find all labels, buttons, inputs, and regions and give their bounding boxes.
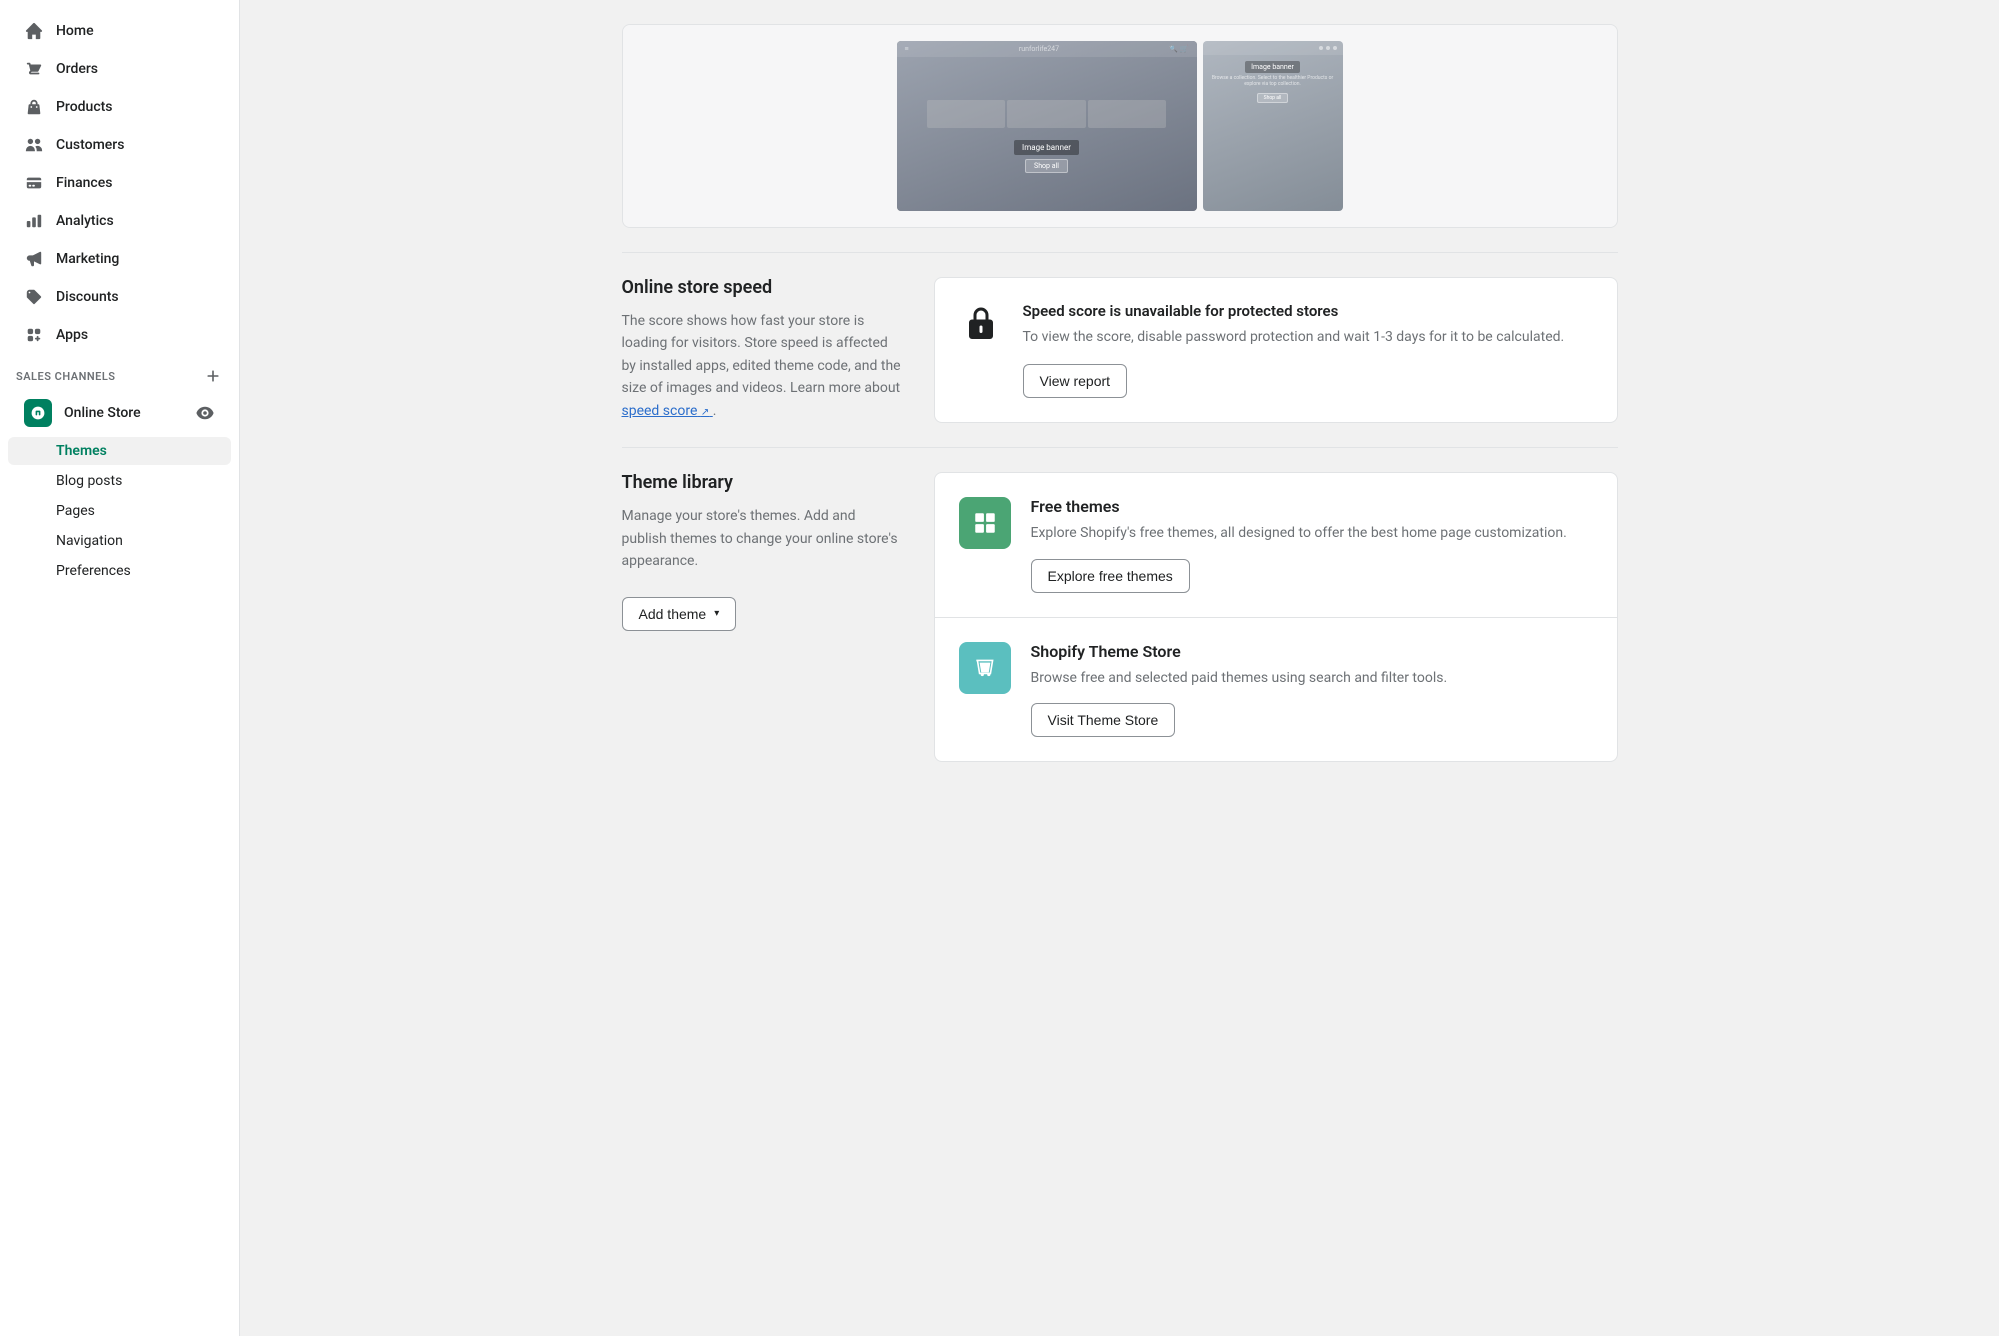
sidebar-item-apps[interactable]: Apps bbox=[8, 317, 231, 353]
preview-label-small: Image banner bbox=[1245, 61, 1300, 73]
sidebar-label-apps: Apps bbox=[56, 327, 88, 343]
products-icon bbox=[24, 97, 44, 117]
chevron-down-icon: ▾ bbox=[714, 608, 719, 619]
explore-free-themes-button[interactable]: Explore free themes bbox=[1031, 559, 1190, 593]
orders-icon bbox=[24, 59, 44, 79]
speed-info-card: Speed score is unavailable for protected… bbox=[934, 277, 1618, 423]
external-link-icon: ↗ bbox=[701, 407, 709, 418]
sidebar-item-online-store[interactable]: Online Store bbox=[8, 391, 231, 435]
sales-channels-heading: SALES CHANNELS bbox=[0, 354, 239, 390]
sidebar-item-marketing[interactable]: Marketing bbox=[8, 241, 231, 277]
sidebar-subitem-blog-posts[interactable]: Blog posts bbox=[8, 467, 231, 495]
sidebar-label-home: Home bbox=[56, 23, 94, 39]
speed-section-description: The score shows how fast your store is l… bbox=[622, 310, 902, 422]
theme-preview-images: ≡ runforlife247 🔍 🛒 Image banner bbox=[623, 25, 1617, 227]
sidebar-subitem-pages[interactable]: Pages bbox=[8, 497, 231, 525]
free-themes-content: Free themes Explore Shopify's free theme… bbox=[1031, 497, 1593, 592]
sidebar-label-finances: Finances bbox=[56, 175, 112, 191]
speed-section-left: Online store speed The score shows how f… bbox=[622, 277, 902, 423]
theme-store-title: Shopify Theme Store bbox=[1031, 642, 1593, 661]
eye-icon[interactable] bbox=[195, 403, 215, 423]
sidebar-item-discounts[interactable]: Discounts bbox=[8, 279, 231, 315]
sidebar-item-orders[interactable]: Orders bbox=[8, 51, 231, 87]
sidebar-label-marketing: Marketing bbox=[56, 251, 119, 267]
discounts-icon bbox=[24, 287, 44, 307]
free-themes-option: Free themes Explore Shopify's free theme… bbox=[935, 473, 1617, 617]
speed-section-title: Online store speed bbox=[622, 277, 902, 298]
sidebar-subitem-preferences[interactable]: Preferences bbox=[8, 557, 231, 585]
speed-card-content: Speed score is unavailable for protected… bbox=[1023, 302, 1593, 398]
theme-store-option: Shopify Theme Store Browse free and sele… bbox=[935, 618, 1617, 761]
theme-library-right: Free themes Explore Shopify's free theme… bbox=[934, 472, 1618, 762]
sidebar-subitem-themes[interactable]: Themes bbox=[8, 437, 231, 465]
theme-store-content: Shopify Theme Store Browse free and sele… bbox=[1031, 642, 1593, 737]
visit-theme-store-button[interactable]: Visit Theme Store bbox=[1031, 703, 1176, 737]
apps-icon bbox=[24, 325, 44, 345]
sidebar-item-home[interactable]: Home bbox=[8, 13, 231, 49]
sidebar-item-customers[interactable]: Customers bbox=[8, 127, 231, 163]
theme-library-title: Theme library bbox=[622, 472, 902, 493]
online-store-text: Online Store bbox=[64, 405, 141, 421]
theme-preview-small: Image banner Browse a collection. Select… bbox=[1203, 41, 1343, 211]
theme-library-description: Manage your store's themes. Add and publ… bbox=[622, 505, 902, 572]
speed-card-description: To view the score, disable password prot… bbox=[1023, 326, 1593, 348]
speed-section: Online store speed The score shows how f… bbox=[622, 277, 1618, 423]
main-content: ≡ runforlife247 🔍 🛒 Image banner bbox=[240, 0, 1999, 1336]
add-sales-channel-icon[interactable] bbox=[203, 366, 223, 386]
online-store-label-group: Online Store bbox=[24, 399, 141, 427]
speed-card-title: Speed score is unavailable for protected… bbox=[1023, 302, 1593, 320]
divider-1 bbox=[622, 252, 1618, 253]
theme-preview-large: ≡ runforlife247 🔍 🛒 Image banner bbox=[897, 41, 1197, 211]
sidebar-item-products[interactable]: Products bbox=[8, 89, 231, 125]
preview-label-large: Image banner bbox=[1014, 140, 1079, 155]
theme-store-icon bbox=[959, 642, 1011, 694]
free-themes-icon bbox=[959, 497, 1011, 549]
sidebar-item-finances[interactable]: Finances bbox=[8, 165, 231, 201]
online-store-icon bbox=[24, 399, 52, 427]
theme-preview-card: ≡ runforlife247 🔍 🛒 Image banner bbox=[622, 24, 1618, 228]
theme-library-section: Theme library Manage your store's themes… bbox=[622, 472, 1618, 762]
free-themes-title: Free themes bbox=[1031, 497, 1593, 516]
add-theme-button[interactable]: Add theme ▾ bbox=[622, 597, 737, 631]
theme-store-description: Browse free and selected paid themes usi… bbox=[1031, 667, 1593, 689]
sidebar-label-analytics: Analytics bbox=[56, 213, 114, 229]
analytics-icon bbox=[24, 211, 44, 231]
theme-options-card: Free themes Explore Shopify's free theme… bbox=[934, 472, 1618, 762]
lock-icon bbox=[959, 302, 1003, 346]
theme-library-left: Theme library Manage your store's themes… bbox=[622, 472, 902, 762]
sidebar-label-orders: Orders bbox=[56, 61, 98, 77]
speed-score-link[interactable]: speed score ↗ bbox=[622, 403, 713, 419]
customers-icon bbox=[24, 135, 44, 155]
sidebar-subitem-navigation[interactable]: Navigation bbox=[8, 527, 231, 555]
speed-section-right: Speed score is unavailable for protected… bbox=[934, 277, 1618, 423]
sidebar-label-customers: Customers bbox=[56, 137, 124, 153]
sidebar-label-products: Products bbox=[56, 99, 113, 115]
finances-icon bbox=[24, 173, 44, 193]
sidebar-item-analytics[interactable]: Analytics bbox=[8, 203, 231, 239]
sidebar-label-discounts: Discounts bbox=[56, 289, 119, 305]
view-report-button[interactable]: View report bbox=[1023, 364, 1128, 398]
sidebar: Home Orders Products Customers Finances … bbox=[0, 0, 240, 1336]
home-icon bbox=[24, 21, 44, 41]
free-themes-description: Explore Shopify's free themes, all desig… bbox=[1031, 522, 1593, 544]
divider-2 bbox=[622, 447, 1618, 448]
marketing-icon bbox=[24, 249, 44, 269]
